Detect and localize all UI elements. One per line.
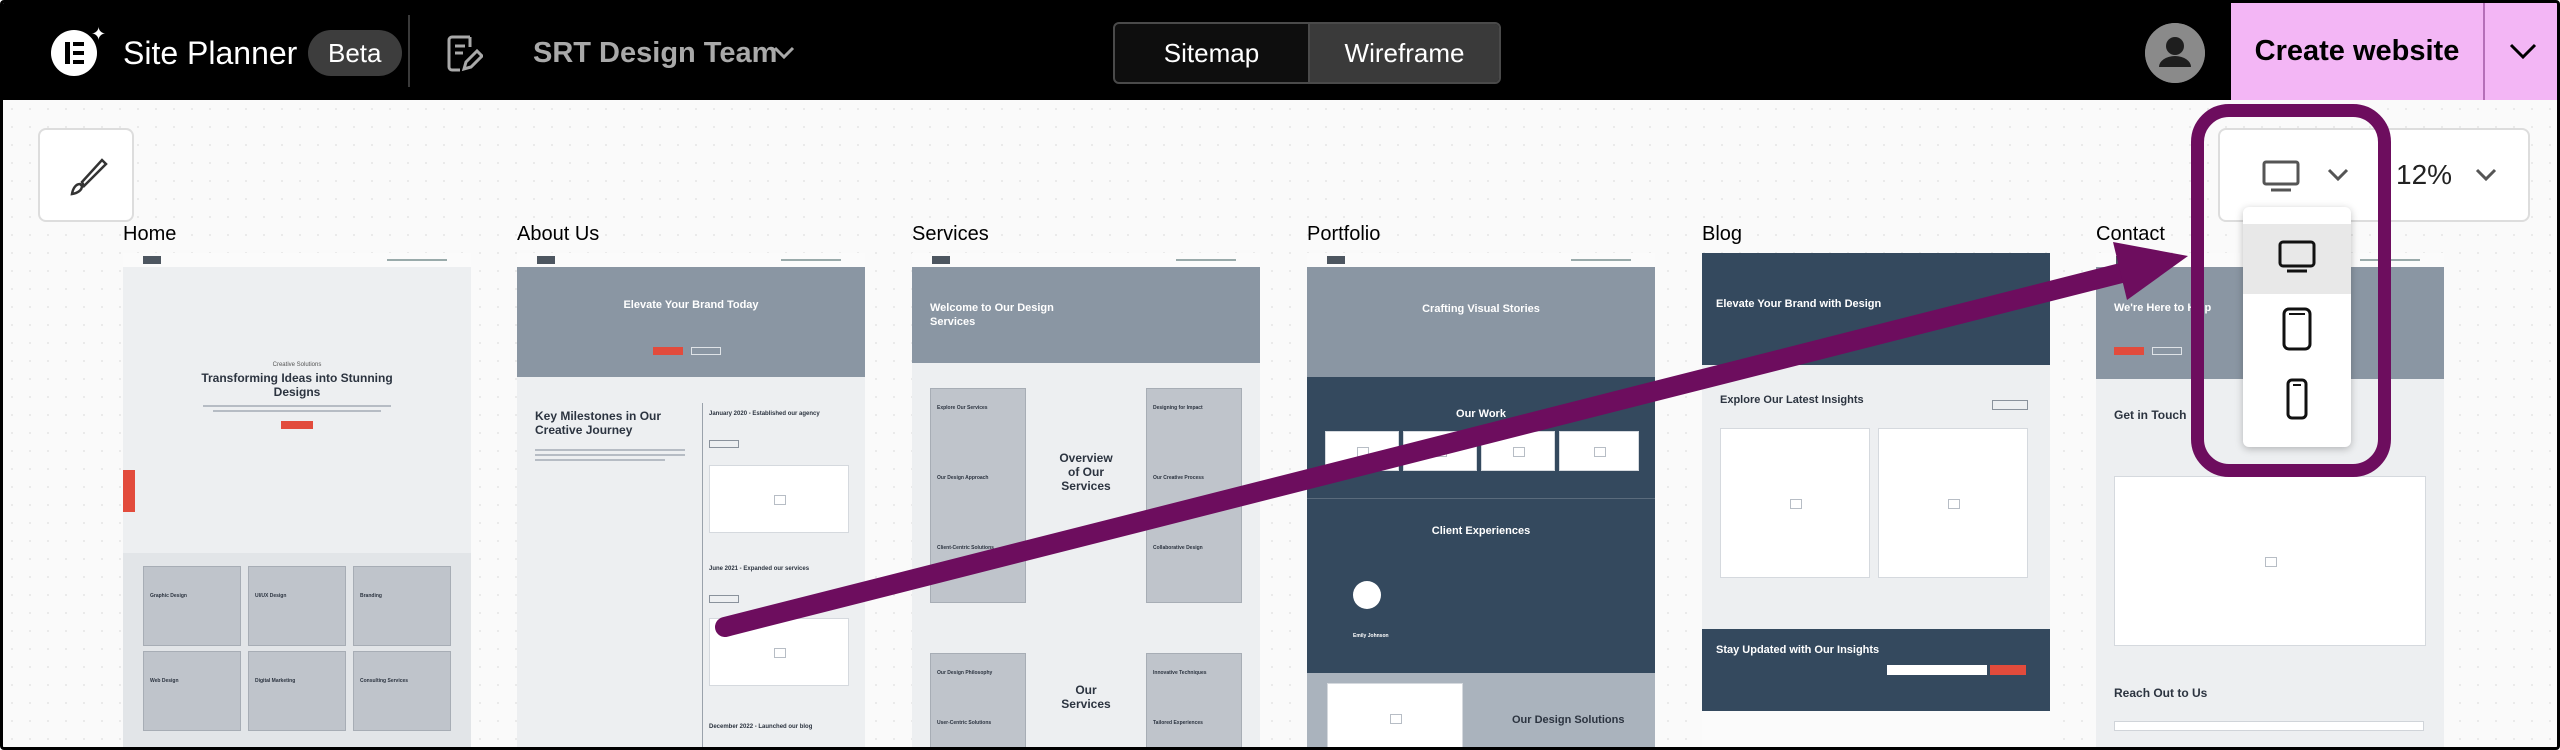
workspace-selector[interactable]: SRT Design Team [533, 33, 777, 73]
create-options-button[interactable] [2483, 3, 2557, 100]
tab-sitemap[interactable]: Sitemap [1115, 24, 1308, 82]
top-bar: ✦ Site Planner Beta SRT Design Team Site… [3, 3, 2557, 100]
ai-sparkle-icon: ✦ [91, 24, 107, 44]
wireframe-canvas[interactable]: Home About Us Services Portfolio Blog Co… [3, 100, 2557, 747]
user-avatar[interactable] [2145, 23, 2205, 83]
app-title: Site Planner [123, 35, 298, 71]
document-edit-icon[interactable] [443, 31, 483, 73]
tab-wireframe[interactable]: Wireframe [1308, 24, 1499, 82]
create-website-button[interactable]: Create website [2231, 3, 2483, 100]
chevron-down-icon [2509, 43, 2537, 60]
beta-badge: Beta [308, 30, 402, 76]
user-icon [2145, 23, 2205, 83]
view-toggle: Sitemap Wireframe [1113, 22, 1501, 84]
chevron-down-icon[interactable] [771, 39, 797, 65]
annotation-arrow [715, 242, 2188, 637]
app-window: ✦ Site Planner Beta SRT Design Team Site… [0, 0, 2560, 750]
divider [408, 15, 410, 87]
